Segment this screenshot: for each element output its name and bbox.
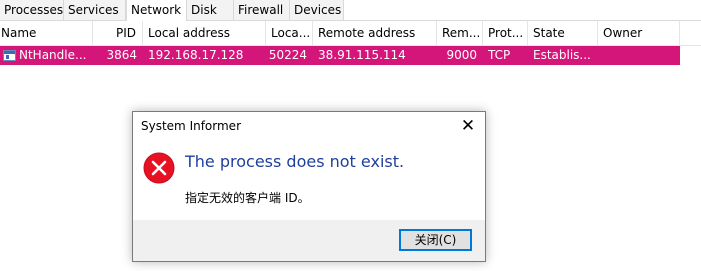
column-owner[interactable]: Owner — [598, 21, 680, 45]
close-button[interactable]: 关闭(C) — [399, 229, 472, 251]
column-pid[interactable]: PID — [93, 21, 143, 45]
column-local-port[interactable]: Loca... — [266, 21, 313, 45]
tab-firewall[interactable]: Firewall — [234, 0, 290, 20]
column-remote-address[interactable]: Remote address — [313, 21, 437, 45]
tab-processes[interactable]: Processes — [0, 0, 64, 20]
network-column-header: ^ Name PID Local address Loca... Remote … — [0, 21, 701, 46]
cell-owner — [598, 46, 680, 65]
column-name[interactable]: ^ Name — [0, 21, 93, 45]
dialog-footer: 关闭(C) — [133, 220, 485, 261]
tab-network[interactable]: Network — [126, 0, 187, 21]
cell-local-port: 50224 — [268, 48, 307, 62]
column-remote-port[interactable]: Rem... — [437, 21, 483, 45]
column-protocol[interactable]: Prot... — [483, 21, 528, 45]
cell-pid: 3864 — [106, 48, 137, 62]
cell-state: Establis... — [533, 48, 591, 62]
error-dialog: System Informer ✕ The process does not e… — [132, 111, 486, 262]
cell-remote-port: 9000 — [446, 48, 477, 62]
tab-devices[interactable]: Devices — [290, 0, 344, 20]
cell-name: NtHandle... — [19, 48, 87, 62]
cell-remote-address: 38.91.115.114 — [318, 48, 406, 62]
table-row[interactable]: NtHandle... 3864 192.168.17.128 50224 38… — [0, 46, 680, 65]
dialog-main-message: The process does not exist. — [185, 152, 405, 171]
close-icon[interactable]: ✕ — [451, 112, 485, 140]
dialog-detail-message: 指定无效的客户端 ID。 — [185, 191, 310, 205]
tab-services[interactable]: Services — [64, 0, 126, 20]
cell-local-address: 192.168.17.128 — [148, 48, 244, 62]
column-state[interactable]: State — [528, 21, 598, 45]
tab-strip: Processes Services Network Disk Firewall… — [0, 0, 701, 21]
cell-protocol: TCP — [488, 48, 511, 62]
error-icon — [143, 152, 175, 184]
column-name-label: Name — [1, 26, 37, 40]
dialog-title: System Informer — [141, 119, 242, 133]
sort-ascending-icon: ^ — [38, 21, 46, 28]
tab-disk[interactable]: Disk — [187, 0, 234, 20]
column-local-address[interactable]: Local address — [143, 21, 266, 45]
